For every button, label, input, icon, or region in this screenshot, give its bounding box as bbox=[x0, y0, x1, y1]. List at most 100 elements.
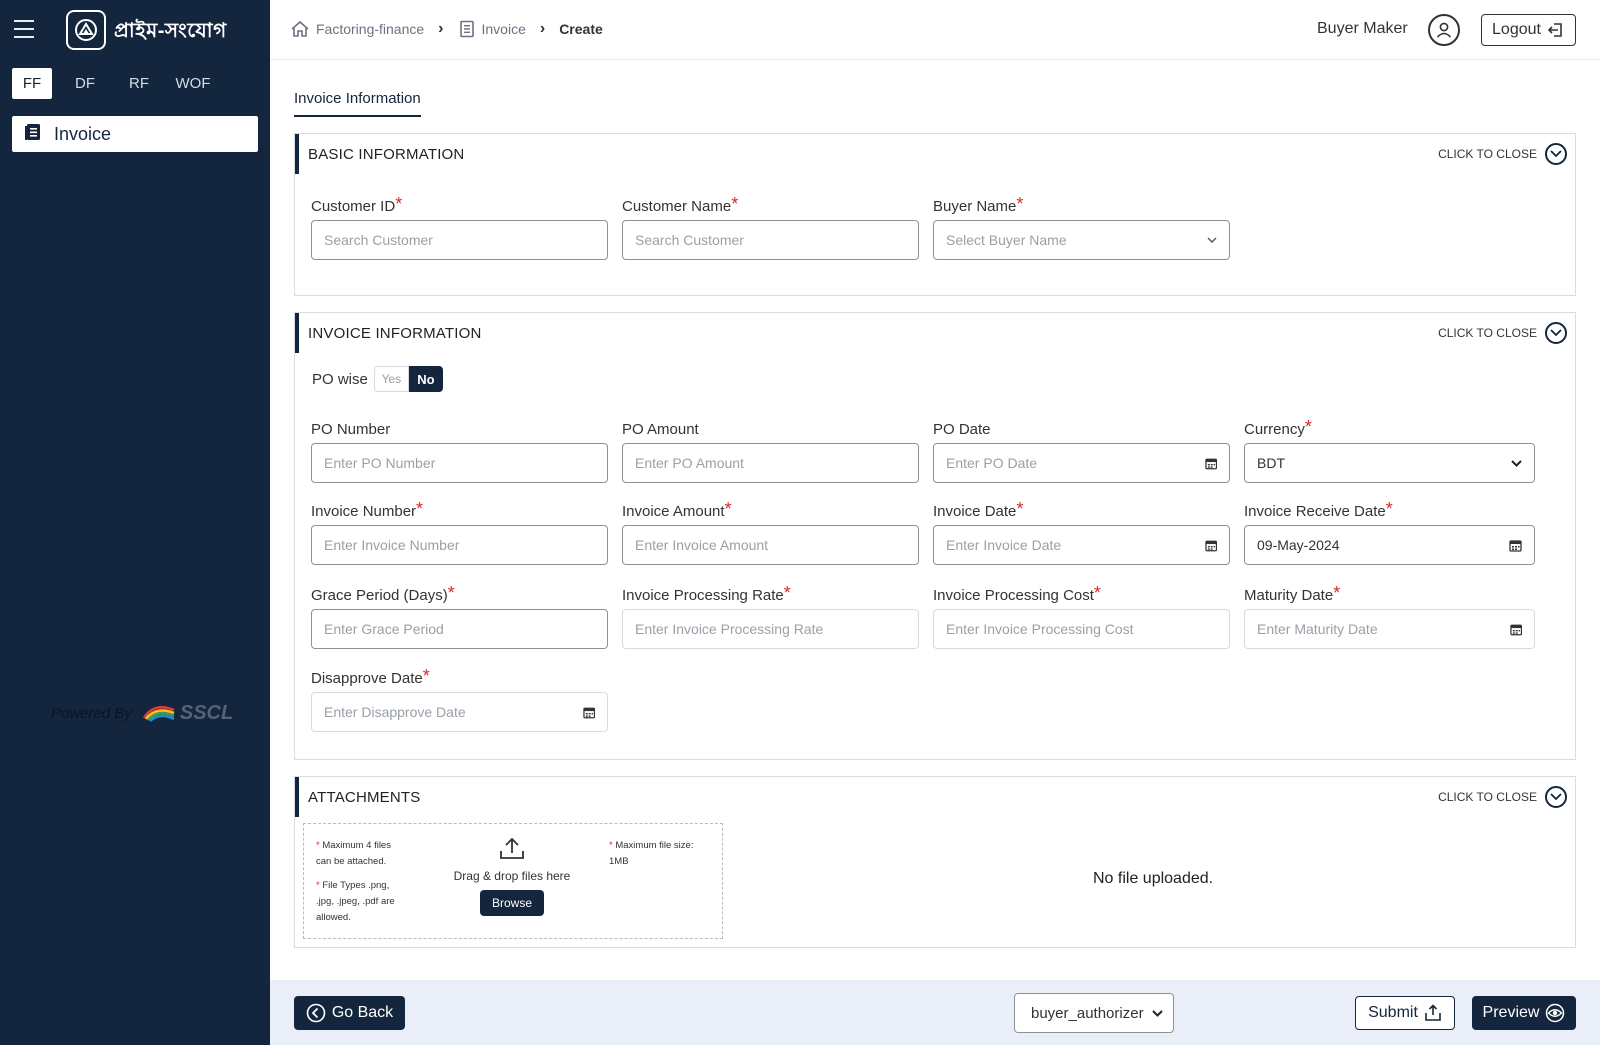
po-date-input-box bbox=[933, 443, 1230, 483]
logout-icon bbox=[1547, 23, 1562, 37]
customer-id-input-box bbox=[311, 220, 608, 260]
user-avatar-icon[interactable] bbox=[1428, 14, 1460, 46]
select-placeholder: Select Buyer Name bbox=[946, 232, 1067, 248]
invoice-number-input-box bbox=[311, 525, 608, 565]
product-tab-wof[interactable]: WOF bbox=[166, 68, 220, 99]
required-marker: * bbox=[422, 666, 430, 686]
collapse-toggle[interactable]: CLICK TO CLOSE bbox=[1438, 322, 1567, 344]
po-amount-input[interactable] bbox=[635, 455, 906, 471]
breadcrumb-invoice[interactable]: Invoice bbox=[458, 20, 526, 38]
powered-by: Powered By SSCL bbox=[51, 700, 233, 727]
customer-id-input[interactable] bbox=[324, 232, 595, 248]
po-number-input[interactable] bbox=[324, 455, 595, 471]
calendar-icon[interactable] bbox=[1509, 623, 1522, 636]
product-tab-df[interactable]: DF bbox=[58, 68, 112, 99]
chevron-down-icon bbox=[1511, 459, 1522, 467]
tab-invoice-information[interactable]: Invoice Information bbox=[294, 90, 421, 117]
user-name: Buyer Maker bbox=[1317, 20, 1408, 37]
chevron-down-icon bbox=[1545, 143, 1567, 165]
collapse-toggle[interactable]: CLICK TO CLOSE bbox=[1438, 786, 1567, 808]
label-text: Invoice Processing Cost bbox=[933, 587, 1094, 604]
note-line: File Types .png, bbox=[322, 880, 390, 891]
breadcrumb-label: Invoice bbox=[481, 21, 526, 37]
label-text: Invoice Receive Date bbox=[1244, 503, 1386, 520]
collapse-toggle[interactable]: CLICK TO CLOSE bbox=[1438, 143, 1567, 165]
note-line: can be attached. bbox=[316, 856, 387, 867]
po-amount-input-box bbox=[622, 443, 919, 483]
logout-label: Logout bbox=[1492, 21, 1541, 38]
required-marker: * bbox=[416, 499, 424, 519]
product-tab-rf[interactable]: RF bbox=[112, 68, 166, 99]
label-text: Buyer Name bbox=[933, 198, 1017, 215]
invoice-date-input-box bbox=[933, 525, 1230, 565]
breadcrumb-create: Create bbox=[559, 21, 603, 37]
breadcrumb-label: Factoring-finance bbox=[316, 21, 425, 37]
calendar-icon[interactable] bbox=[1509, 539, 1522, 552]
upload-icon bbox=[500, 837, 524, 859]
invoice-receive-date-value: 09-May-2024 bbox=[1257, 537, 1340, 553]
home-icon bbox=[291, 20, 309, 37]
calendar-icon[interactable] bbox=[1204, 539, 1217, 552]
buyer-name-select[interactable]: Select Buyer Name bbox=[933, 220, 1230, 260]
max-size-note: * Maximum file size: 1MB bbox=[609, 838, 693, 870]
customer-name-input[interactable] bbox=[635, 232, 906, 248]
chevron-down-icon bbox=[1545, 786, 1567, 808]
breadcrumb-factoring-finance[interactable]: Factoring-finance bbox=[290, 20, 424, 38]
product-tab-ff[interactable]: FF bbox=[12, 68, 52, 99]
note-line: .jpg, .jpeg, .pdf are bbox=[316, 896, 395, 907]
file-types-note: * File Types .png, .jpg, .jpeg, .pdf are… bbox=[316, 878, 395, 926]
role-select[interactable]: buyer_authorizer bbox=[1014, 993, 1174, 1033]
invoice-number-input[interactable] bbox=[324, 537, 595, 553]
processing-rate-input[interactable] bbox=[635, 621, 906, 637]
logout-button[interactable]: Logout bbox=[1481, 14, 1576, 46]
browse-button[interactable]: Browse bbox=[480, 890, 544, 916]
submit-button[interactable]: Submit bbox=[1355, 996, 1455, 1030]
disapprove-date-field: Disapprove Date* bbox=[311, 666, 608, 732]
customer-name-input-box bbox=[622, 220, 919, 260]
currency-select[interactable]: BDT bbox=[1244, 443, 1535, 483]
disapprove-date-input[interactable] bbox=[324, 704, 583, 720]
collapse-label: CLICK TO CLOSE bbox=[1438, 790, 1537, 804]
label-text: Invoice Amount bbox=[622, 503, 725, 520]
sidebar-item-label: Invoice bbox=[54, 123, 112, 144]
file-dropzone[interactable]: * Maximum 4 files can be attached. * Fil… bbox=[303, 823, 723, 939]
invoice-date-input[interactable] bbox=[946, 537, 1205, 553]
label-text: Grace Period (Days) bbox=[311, 587, 448, 604]
preview-label: Preview bbox=[1482, 1004, 1540, 1021]
invoice-receive-date-field: Invoice Receive Date* 09-May-2024 bbox=[1244, 500, 1541, 565]
hamburger-menu-icon[interactable] bbox=[14, 20, 34, 38]
required-marker: * bbox=[1304, 417, 1312, 437]
sidebar-item-invoice[interactable]: Invoice bbox=[12, 116, 258, 152]
buyer-name-field: Buyer Name* Select Buyer Name bbox=[933, 195, 1230, 260]
field-label: Invoice Amount* bbox=[622, 500, 919, 523]
note-line: Maximum 4 files bbox=[322, 840, 391, 851]
panel-header: BASIC INFORMATION CLICK TO CLOSE bbox=[295, 134, 1575, 174]
field-label: Currency* bbox=[1244, 417, 1541, 441]
preview-button[interactable]: Preview bbox=[1472, 996, 1576, 1030]
invoice-receive-date-input[interactable]: 09-May-2024 bbox=[1244, 525, 1535, 565]
chevron-down-icon bbox=[1207, 237, 1217, 243]
label-text: Invoice Number bbox=[311, 503, 417, 520]
po-date-input[interactable] bbox=[946, 455, 1205, 471]
field-label: Maturity Date* bbox=[1244, 584, 1541, 607]
invoice-amount-input[interactable] bbox=[635, 537, 906, 553]
action-footer: Go Back buyer_authorizer Submit Preview bbox=[270, 980, 1600, 1045]
invoice-information-panel: INVOICE INFORMATION CLICK TO CLOSE PO wi… bbox=[294, 312, 1576, 760]
chevron-down-icon bbox=[1152, 1009, 1163, 1017]
calendar-icon[interactable] bbox=[1204, 457, 1217, 470]
po-number-field: PO Number bbox=[311, 419, 608, 483]
required-marker: * bbox=[1016, 499, 1024, 519]
grace-period-input[interactable] bbox=[324, 621, 595, 637]
go-back-button[interactable]: Go Back bbox=[294, 996, 405, 1030]
calendar-icon[interactable] bbox=[582, 706, 595, 719]
field-label: Invoice Processing Rate* bbox=[622, 583, 919, 607]
no-file-message: No file uploaded. bbox=[1093, 870, 1214, 887]
maturity-date-input[interactable] bbox=[1257, 621, 1510, 637]
required-marker: * bbox=[783, 583, 791, 603]
processing-cost-input[interactable] bbox=[946, 621, 1217, 637]
maturity-date-input-box bbox=[1244, 609, 1535, 649]
maturity-date-field: Maturity Date* bbox=[1244, 584, 1541, 649]
processing-rate-input-box bbox=[622, 609, 919, 649]
po-wise-no-option[interactable]: No bbox=[408, 366, 443, 392]
po-wise-yes-option[interactable]: Yes bbox=[373, 366, 409, 392]
